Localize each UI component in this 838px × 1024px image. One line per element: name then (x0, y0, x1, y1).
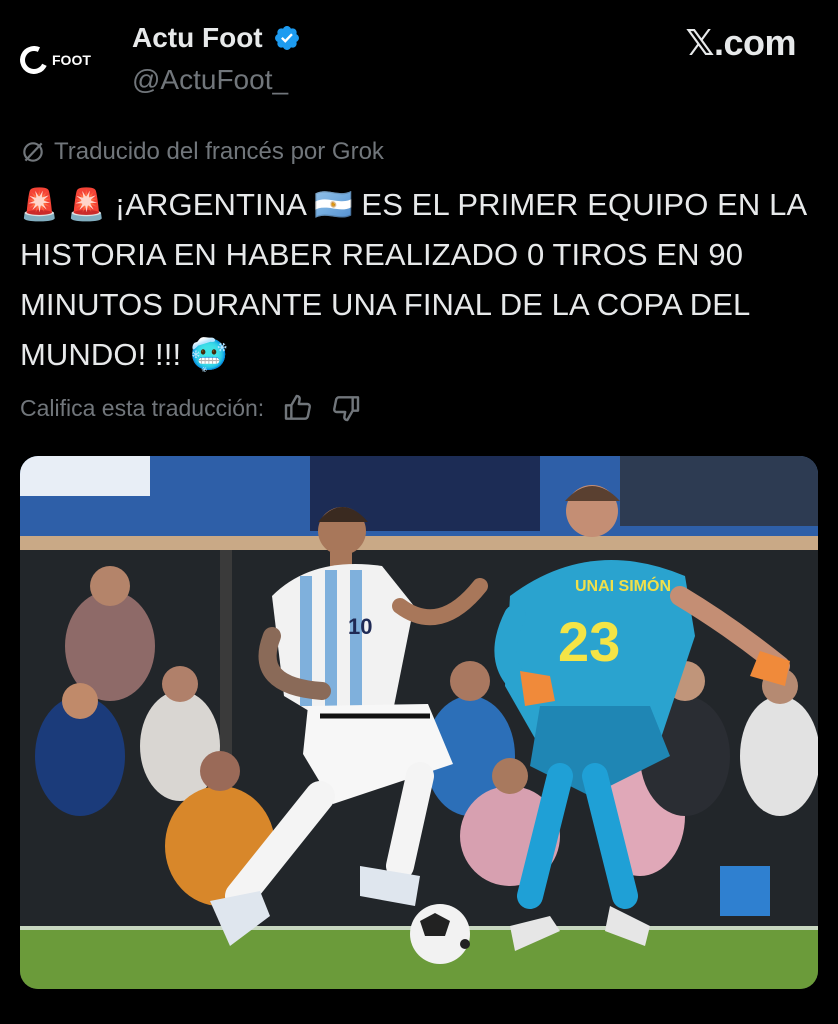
avatar-logo-text: FOOT (52, 52, 91, 68)
avatar[interactable]: FOOT (16, 30, 108, 90)
author-handle[interactable]: @ActuFoot_ (132, 64, 288, 96)
thumbs-up-icon[interactable] (282, 392, 314, 424)
rate-translation: Califica esta traducción: (20, 392, 362, 424)
translation-label: Traducido del francés por Grok (54, 138, 384, 165)
avatar-logo-ring (16, 42, 52, 78)
football-photo: 10 UNAI SIMÓN 23 (20, 456, 818, 989)
tweet-header: FOOT Actu Foot @ActuFoot_ 𝕏.com (0, 0, 838, 120)
football (410, 904, 470, 964)
rate-translation-label: Califica esta traducción: (20, 394, 265, 421)
author-name-row: Actu Foot (132, 22, 301, 54)
author-name[interactable]: Actu Foot (132, 22, 263, 54)
translation-notice: Traducido del francés por Grok (20, 138, 384, 166)
translation-icon (23, 142, 43, 162)
tweet-text: 🚨 🚨 ¡ARGENTINA 🇦🇷 ES EL PRIMER EQUIPO EN… (20, 187, 806, 372)
tweet-photo[interactable]: 10 UNAI SIMÓN 23 (20, 456, 818, 989)
jersey-number: 23 (558, 610, 620, 673)
verified-badge-icon (274, 26, 299, 50)
thumbs-down-icon[interactable] (330, 392, 362, 424)
jersey-number-white: 10 (348, 614, 372, 639)
x-brand-logo: 𝕏.com (685, 22, 796, 63)
jersey-name: UNAI SIMÓN (575, 576, 671, 595)
